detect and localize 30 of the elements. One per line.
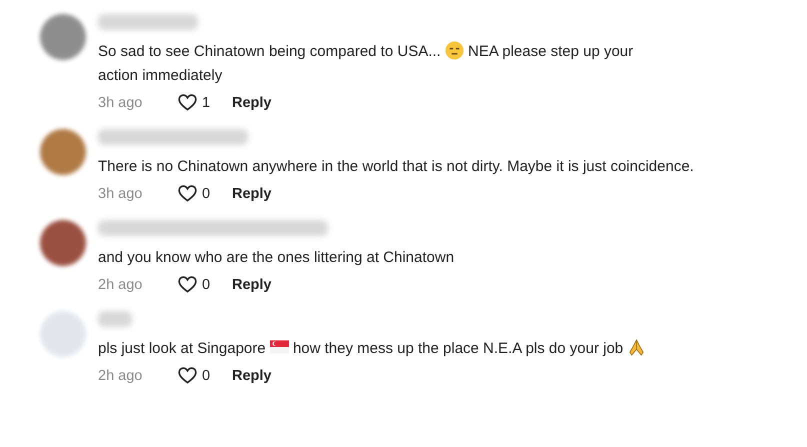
- comment-time: 2h ago: [98, 368, 144, 384]
- face-emoji-icon: [444, 41, 464, 60]
- comment-text: and you know who are the ones littering at Chinatown: [98, 248, 454, 268]
- comment-text: NEA please step up your: [468, 42, 634, 62]
- comment-text: how they mess up the place N.E.A pls do your job: [292, 339, 624, 359]
- comment-time: 3h ago: [98, 94, 144, 110]
- heart-icon[interactable]: [178, 276, 197, 293]
- flag-emoji-icon: [270, 340, 289, 354]
- like-count: 0: [202, 186, 212, 202]
- like-count: 1: [202, 94, 212, 110]
- comment-text: pls just look at Singapore: [98, 339, 266, 359]
- praying-hands-icon: [627, 338, 646, 357]
- heart-icon[interactable]: [178, 185, 197, 202]
- like-count: 0: [202, 276, 212, 292]
- like-count: 0: [202, 368, 212, 384]
- avatar-placeholder[interactable]: [40, 220, 86, 266]
- comment-text: There is no Chinatown anywhere in the world that is not dirty. Maybe it is just coincidence.: [98, 157, 694, 177]
- reply-button[interactable]: Reply: [232, 186, 272, 202]
- comment-text: action immediately: [98, 66, 222, 86]
- avatar-placeholder[interactable]: [40, 129, 86, 175]
- reply-button[interactable]: Reply: [232, 276, 272, 292]
- avatar-placeholder[interactable]: [40, 14, 86, 60]
- comment-time: 3h ago: [98, 186, 144, 202]
- heart-icon[interactable]: [178, 94, 197, 111]
- reply-button[interactable]: Reply: [232, 94, 272, 110]
- reply-button[interactable]: Reply: [232, 368, 272, 384]
- comment-time: 2h ago: [98, 276, 144, 292]
- blurred-username: [98, 311, 132, 327]
- comment-text: So sad to see Chinatown being compared to USA...: [98, 42, 441, 62]
- heart-icon[interactable]: [178, 367, 197, 384]
